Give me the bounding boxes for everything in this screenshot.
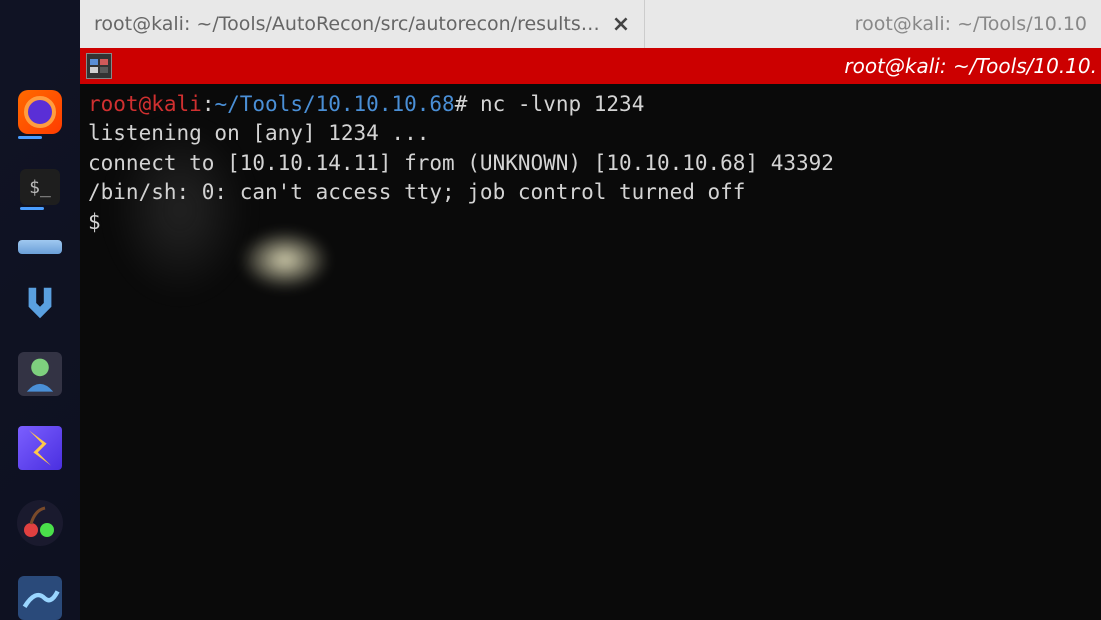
dock-item-firefox[interactable] (18, 90, 62, 139)
wireshark-icon (18, 576, 62, 620)
window-title: root@kali: ~/Tools/10.10. (112, 54, 1101, 78)
command-text: nc -lvnp 1234 (467, 92, 644, 116)
tab-title: root@kali: ~/Tools/AutoRecon/src/autorec… (94, 13, 600, 35)
firefox-icon (18, 90, 62, 134)
dock-item-files[interactable] (18, 240, 62, 254)
dock-item-burp[interactable] (18, 426, 62, 470)
terminal-icon: $_ (20, 169, 60, 205)
prompt-at: @ (139, 92, 152, 116)
dock-item-cherrytree[interactable] (17, 500, 63, 546)
prompt-hash: # (455, 92, 468, 116)
output-line: connect to [10.10.14.11] from (UNKNOWN) … (88, 149, 1093, 178)
output-line: /bin/sh: 0: can't access tty; job contro… (88, 178, 1093, 207)
prompt-path: ~/Tools/10.10.10.68 (214, 92, 454, 116)
tab-item[interactable]: root@kali: ~/Tools/AutoRecon/src/autorec… (80, 0, 645, 48)
tab-bar: root@kali: ~/Tools/AutoRecon/src/autorec… (80, 0, 1101, 48)
active-indicator (20, 207, 44, 210)
prompt-colon: : (202, 92, 215, 116)
terminal-body[interactable]: root@kali:~/Tools/10.10.10.68# nc -lvnp … (80, 84, 1101, 620)
tab-title: root@kali: ~/Tools/10.10 (855, 13, 1087, 35)
prompt-line: root@kali:~/Tools/10.10.10.68# nc -lvnp … (88, 90, 1093, 119)
dock-item-wireshark[interactable] (18, 576, 62, 620)
cherrytree-icon (17, 500, 63, 546)
tab-item[interactable]: root@kali: ~/Tools/10.10 (841, 0, 1101, 48)
dock-item-maltego[interactable] (18, 352, 62, 396)
prompt-host: kali (151, 92, 202, 116)
dock-item-metasploit[interactable] (18, 284, 62, 322)
burp-icon (18, 426, 62, 470)
shell-prompt: $ (88, 208, 1093, 237)
dock: $_ (0, 0, 80, 620)
window-menu-icon[interactable] (86, 53, 112, 79)
title-bar: root@kali: ~/Tools/10.10. (80, 48, 1101, 84)
active-indicator (18, 136, 42, 139)
metasploit-icon (21, 284, 59, 322)
maltego-icon (18, 352, 62, 396)
tab-close-icon[interactable]: × (612, 12, 630, 37)
dock-item-terminal[interactable]: $_ (20, 169, 60, 210)
prompt-user: root (88, 92, 139, 116)
output-line: listening on [any] 1234 ... (88, 119, 1093, 148)
